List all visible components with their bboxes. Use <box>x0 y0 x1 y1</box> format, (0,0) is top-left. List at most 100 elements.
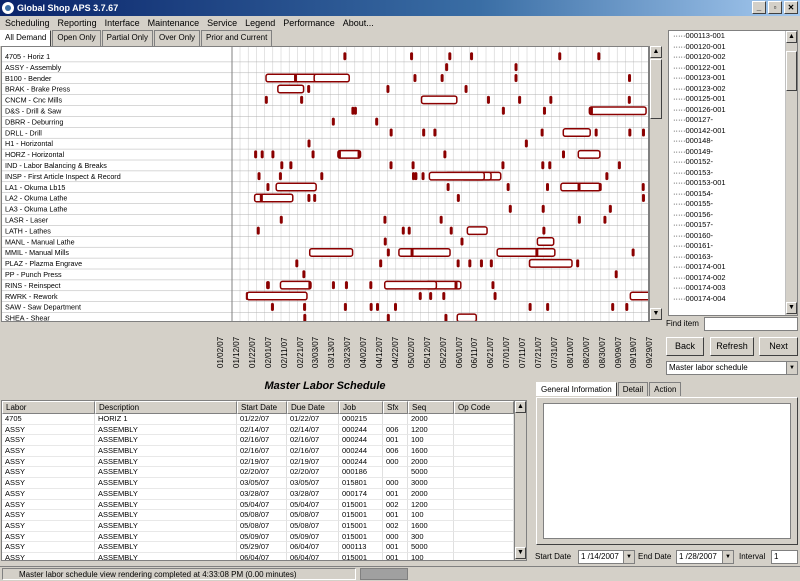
schedule-bar[interactable] <box>491 281 495 290</box>
schedule-bar[interactable] <box>449 226 453 235</box>
schedule-bar[interactable] <box>386 313 390 322</box>
schedule-bar[interactable] <box>303 313 307 322</box>
schedule-bar[interactable] <box>628 74 632 83</box>
resource-label[interactable]: LA2 - Okuma Lathe <box>5 194 67 203</box>
schedule-bar[interactable] <box>369 302 373 311</box>
resource-label[interactable]: B100 - Bender <box>5 74 52 83</box>
schedule-bar[interactable] <box>514 74 518 83</box>
schedule-bar[interactable] <box>383 237 387 246</box>
schedule-bar[interactable] <box>289 161 293 170</box>
schedule-bar[interactable] <box>259 193 263 202</box>
schedule-bar[interactable] <box>524 139 528 148</box>
schedule-bar[interactable] <box>254 150 258 159</box>
item-list-entry[interactable]: ·····000125-001 <box>669 94 797 105</box>
schedule-bar[interactable] <box>413 74 417 83</box>
schedule-bar[interactable] <box>308 281 312 290</box>
resource-label[interactable]: PP - Punch Press <box>5 270 62 279</box>
schedule-bar[interactable] <box>279 280 312 290</box>
resource-label[interactable]: H1 - Horizontal <box>5 139 53 148</box>
start-date-chevron-icon[interactable]: ▼ <box>623 551 634 563</box>
schedule-bar[interactable] <box>375 117 379 126</box>
item-list-entry[interactable]: ·····000163- <box>669 252 797 263</box>
schedule-bar[interactable] <box>300 95 304 104</box>
schedule-bar[interactable] <box>468 259 472 268</box>
schedule-bar[interactable] <box>514 63 518 72</box>
schedule-bar[interactable] <box>429 292 433 301</box>
schedule-bar[interactable] <box>313 73 350 83</box>
resource-label[interactable]: PLAZ - Plazma Engrave <box>5 259 82 268</box>
schedule-bar[interactable] <box>577 183 581 192</box>
schedule-bar[interactable] <box>264 95 268 104</box>
resource-label[interactable]: LATH - Lathes <box>5 226 51 235</box>
schedule-bar[interactable] <box>641 128 645 137</box>
column-header[interactable]: Seq <box>408 401 454 414</box>
schedule-bar[interactable] <box>493 292 497 301</box>
schedule-bar[interactable] <box>271 150 275 159</box>
schedule-bar[interactable] <box>542 226 546 235</box>
table-row[interactable]: ASSY ASSEMBLY 05/04/07 05/04/07 015001 002 120… <box>2 499 526 511</box>
schedule-bar[interactable] <box>411 161 415 170</box>
schedule-bar[interactable] <box>541 204 545 213</box>
schedule-bar[interactable] <box>439 215 443 224</box>
table-row[interactable]: ASSY ASSEMBLY 05/09/07 05/09/07 015001 000 300 <box>2 531 526 543</box>
schedule-bar[interactable] <box>486 95 490 104</box>
schedule-bar[interactable] <box>343 52 347 61</box>
schedule-bar[interactable] <box>528 258 573 268</box>
schedule-bar[interactable] <box>506 183 510 192</box>
maximize-button[interactable]: ▫ <box>768 1 782 14</box>
schedule-bar[interactable] <box>542 106 546 115</box>
schedule-bar[interactable] <box>528 302 532 311</box>
item-list-entry[interactable]: ·····000156- <box>669 210 797 221</box>
schedule-bar[interactable] <box>540 128 544 137</box>
schedule-bar[interactable] <box>280 161 284 170</box>
table-row[interactable]: ASSY ASSEMBLY 03/28/07 03/28/07 000174 001 200… <box>2 488 526 500</box>
schedule-bar[interactable] <box>256 226 260 235</box>
schedule-bar[interactable] <box>320 172 324 181</box>
gantt-scrollbar[interactable]: ▲ ▼ <box>649 46 662 322</box>
table-row[interactable]: ASSY ASSEMBLY 02/14/07 02/14/07 000244 006 120… <box>2 424 526 436</box>
back-button[interactable]: Back <box>666 337 704 356</box>
schedule-bar[interactable] <box>456 259 460 268</box>
resource-label[interactable]: RWRK - Rework <box>5 292 58 301</box>
schedule-bar[interactable] <box>577 215 581 224</box>
schedule-bar[interactable] <box>389 128 393 137</box>
menu-legend[interactable]: Legend <box>242 18 280 28</box>
scroll-up-icon[interactable]: ▲ <box>650 46 662 58</box>
item-list-entry[interactable]: ·····000148- <box>669 136 797 147</box>
table-scroll-down-icon[interactable]: ▼ <box>515 547 526 559</box>
resource-label[interactable]: MANL - Manual Lathe <box>5 237 75 246</box>
schedule-bar[interactable] <box>337 149 362 159</box>
resource-label[interactable]: INSP - First Article Inspect & Record <box>5 172 121 181</box>
item-list-entry[interactable]: ·····000161- <box>669 241 797 252</box>
schedule-bar[interactable] <box>376 302 380 311</box>
schedule-bar[interactable] <box>625 302 629 311</box>
item-list-entry[interactable]: ·····000120-002 <box>669 52 797 63</box>
schedule-bar[interactable] <box>383 215 387 224</box>
item-list-entry[interactable]: ·····000127- <box>669 115 797 126</box>
schedule-bar[interactable] <box>546 302 550 311</box>
resource-label[interactable]: RINS - Reinspect <box>5 281 61 290</box>
schedule-bar[interactable] <box>302 270 306 279</box>
resource-label[interactable]: SHEA - Shear <box>5 314 50 322</box>
schedule-bar[interactable] <box>266 183 270 192</box>
schedule-bar[interactable] <box>456 313 478 322</box>
schedule-bar[interactable] <box>407 226 411 235</box>
schedule-bar[interactable] <box>614 270 618 279</box>
schedule-bar[interactable] <box>588 106 647 116</box>
item-list-entry[interactable]: ·····000153-001 <box>669 178 797 189</box>
schedule-bar[interactable] <box>351 106 355 115</box>
tab-general-information[interactable]: General Information <box>536 382 617 396</box>
item-list-entry[interactable]: ·····000174-001 <box>669 262 797 273</box>
table-row[interactable]: 4705 HORIZ 1 01/22/07 01/22/07 000215 2000 <box>2 414 526 425</box>
schedule-bar[interactable] <box>343 302 347 311</box>
schedule-bar[interactable] <box>535 248 539 257</box>
item-list-entry[interactable]: ·····000155- <box>669 199 797 210</box>
tab-prior-and-current[interactable]: Prior and Current <box>200 30 273 46</box>
schedule-bar[interactable] <box>422 128 426 137</box>
table-row[interactable]: ASSY ASSEMBLY 05/08/07 05/08/07 015001 002 160… <box>2 520 526 532</box>
table-row[interactable]: ASSY ASSEMBLY 02/16/07 02/16/07 000244 001 100 <box>2 435 526 447</box>
minimize-button[interactable]: _ <box>752 1 766 14</box>
item-list-entry[interactable]: ·····000123-001 <box>669 73 797 84</box>
schedule-bar[interactable] <box>518 95 522 104</box>
schedule-bar[interactable] <box>443 150 447 159</box>
